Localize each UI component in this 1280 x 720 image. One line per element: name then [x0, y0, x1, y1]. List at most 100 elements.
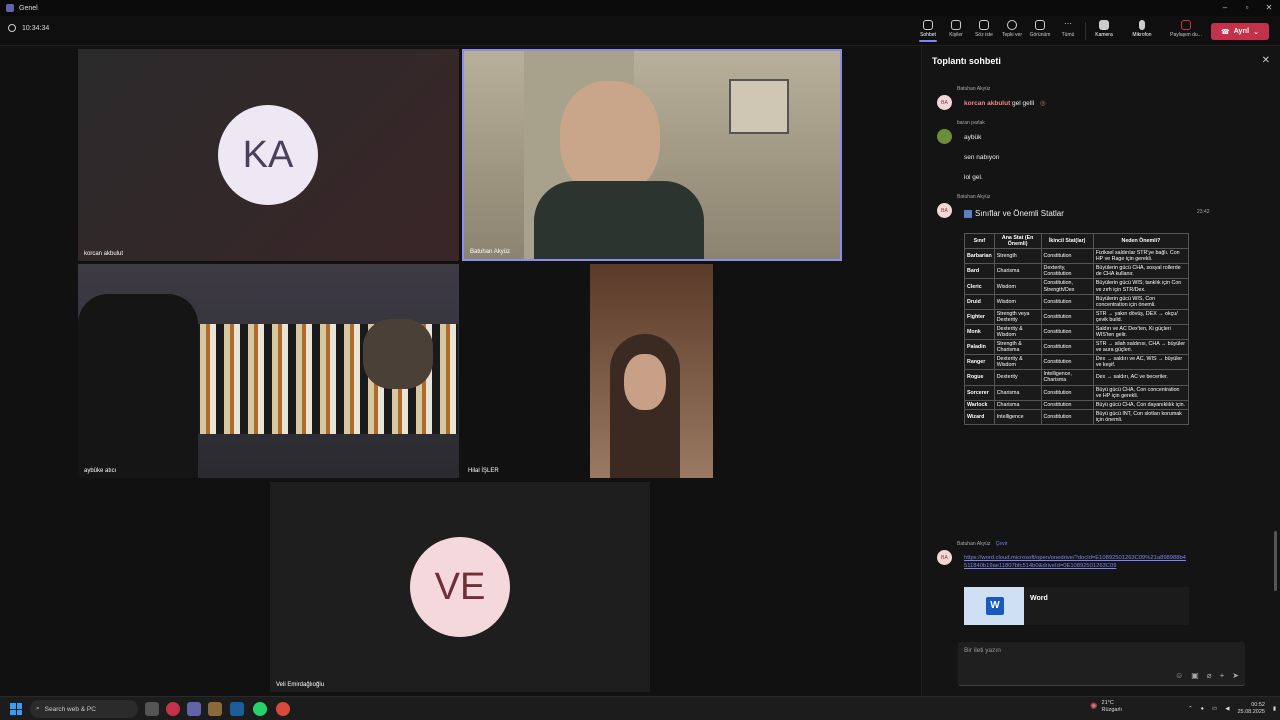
- close-window-icon[interactable]: ✕: [1258, 0, 1280, 16]
- steam-icon[interactable]: [230, 702, 244, 716]
- phone-hangup-icon: ☎: [1221, 28, 1230, 36]
- hand-icon: [979, 20, 989, 30]
- onedrive-link[interactable]: https://word.cloud.microsoft/open/onedri…: [964, 555, 1189, 570]
- video-shelf: [729, 79, 789, 134]
- table-cell: Strength: [993, 248, 1042, 265]
- table-cell: Wisdom: [993, 278, 1042, 295]
- windows-start-icon[interactable]: [10, 703, 22, 715]
- microphone-icon: [1139, 20, 1145, 30]
- minimize-icon[interactable]: –: [1214, 0, 1236, 16]
- table-header: Neden Önemli?: [1092, 232, 1190, 250]
- people-icon: [951, 20, 961, 30]
- table-cell: Constitution: [1040, 354, 1094, 371]
- table-cell: Constitution, Strength/Dex: [1040, 278, 1094, 295]
- react-button[interactable]: Tepki ver: [999, 19, 1025, 38]
- people-button[interactable]: Kişiler: [943, 19, 969, 38]
- table-cell: Büyü gücü INT, Con slotları korumak için…: [1092, 408, 1190, 425]
- notification-icon[interactable]: ▮: [1273, 706, 1276, 712]
- table-cell: Intelligence, Charisma: [1040, 369, 1094, 386]
- attach-icon[interactable]: ⌀: [1207, 671, 1212, 680]
- whatsapp-icon[interactable]: [253, 702, 267, 716]
- table-cell: Saldırı ve AC Dex'ten, Ki güçleri WIS'te…: [1092, 323, 1190, 341]
- network-icon[interactable]: ▭: [1212, 706, 1217, 712]
- chrome-icon[interactable]: [276, 702, 290, 716]
- table-cell: Ranger: [964, 354, 995, 371]
- mic-button[interactable]: Mikrofon: [1129, 19, 1155, 38]
- emoji-icon[interactable]: ☺: [1175, 671, 1183, 680]
- message-input[interactable]: [964, 647, 1164, 654]
- translate-link[interactable]: Çevir: [996, 541, 1008, 547]
- more-button[interactable]: ⋯ Tümü: [1055, 19, 1081, 39]
- task-view-icon[interactable]: [145, 702, 159, 716]
- word-preview-card[interactable]: W Word: [964, 587, 1189, 625]
- camera-button[interactable]: Kamera: [1091, 19, 1117, 38]
- chevron-down-icon[interactable]: ⌄: [1253, 28, 1259, 36]
- table-row: Wizard Intelligence Constitution Büyü gücü …: [964, 408, 1190, 425]
- close-icon[interactable]: ✕: [1262, 55, 1270, 66]
- send-icon[interactable]: ➤: [1232, 671, 1239, 680]
- share-button[interactable]: Paylaşım du...: [1170, 19, 1202, 38]
- chevron-up-icon[interactable]: ⌃: [1188, 706, 1193, 712]
- avatar: VE: [410, 537, 510, 637]
- leave-button[interactable]: ☎ Ayrıl ⌄: [1211, 23, 1269, 40]
- view-button[interactable]: Görünüm: [1027, 19, 1053, 38]
- word-icon: W: [986, 597, 1004, 615]
- gif-icon[interactable]: ▣: [1191, 671, 1199, 680]
- raise-hand-button[interactable]: Söz iste: [971, 19, 997, 38]
- compose-tools: ☺ ▣ ⌀ + ➤: [1175, 671, 1239, 680]
- table-cell: Charisma: [993, 263, 1042, 280]
- stats-table: Sınıf Ana Stat (En Önemli) İkincil Stat(…: [964, 232, 1190, 425]
- message-sender: baran parlak: [957, 120, 985, 126]
- avatar: BA: [937, 95, 952, 110]
- table-cell: Constitution: [1040, 384, 1094, 401]
- maximize-icon[interactable]: ▫: [1236, 0, 1258, 16]
- search-icon: ⌕: [36, 705, 40, 712]
- table-cell: Constitution: [1040, 339, 1094, 356]
- participant-tile[interactable]: aybüke atıcı: [78, 264, 459, 478]
- participant-name: aybüke atıcı: [84, 468, 117, 474]
- plus-icon[interactable]: +: [1220, 671, 1225, 680]
- microphone-icon[interactable]: ●: [1201, 706, 1204, 712]
- title-bar: Genel – ▫ ✕: [0, 0, 1280, 16]
- table-row: Paladin Strength & Charisma Constitution ST…: [964, 339, 1190, 356]
- table-cell: Constitution: [1040, 399, 1094, 410]
- participant-tile-active-speaker[interactable]: Batuhan Akyüz: [462, 49, 842, 261]
- compose-box[interactable]: ☺ ▣ ⌀ + ➤: [958, 642, 1245, 686]
- table-cell: Fiziksel saldırılar STR'ye bağlı. Con HP…: [1092, 248, 1190, 265]
- table-body: Barbarian Strength Constitution Fiziksel sa…: [964, 248, 1190, 425]
- clock[interactable]: 00:52 25.08.2025: [1237, 702, 1265, 716]
- table-cell: Intelligence: [993, 408, 1042, 425]
- weather-widget[interactable]: ✺ 21°C Rüzgarlı: [1090, 700, 1122, 714]
- participant-tile[interactable]: Hilal İŞLER: [462, 264, 713, 478]
- table-cell: Barbarian: [964, 248, 995, 265]
- table-cell: Wisdom: [993, 293, 1042, 310]
- table-cell: Charisma: [993, 399, 1042, 410]
- volume-icon[interactable]: ◀: [1225, 706, 1229, 712]
- chat-button[interactable]: Sohbet: [915, 19, 941, 42]
- table-row: Rogue Dexterity Intelligence, Charisma Dex …: [964, 369, 1190, 386]
- video-person: [560, 81, 660, 196]
- taskbar-search[interactable]: ⌕ Search web & PC: [30, 700, 138, 718]
- reaction-icon[interactable]: ◎: [1040, 100, 1046, 107]
- video-cat: [363, 319, 433, 389]
- table-cell: Bard: [964, 263, 995, 280]
- opera-icon[interactable]: [166, 702, 180, 716]
- scrollbar[interactable]: [1274, 531, 1277, 591]
- window-title: Genel: [19, 4, 38, 12]
- system-tray: ⌃ ● ▭ ◀ 00:52 25.08.2025 ▮: [1188, 700, 1276, 718]
- table-cell: Druid: [964, 293, 995, 310]
- camera-icon: [1099, 20, 1109, 30]
- table-cell: Constitution: [1040, 293, 1094, 310]
- mention[interactable]: korcan akbulut: [964, 100, 1010, 107]
- teams-icon[interactable]: [187, 702, 201, 716]
- table-cell: Charisma: [993, 384, 1042, 401]
- table-header: İkincil Stat(lar): [1040, 232, 1094, 250]
- participant-tile[interactable]: VE Veli Emirdağlıoğlu: [270, 482, 650, 692]
- smiley-icon: [1007, 20, 1017, 30]
- participant-tile[interactable]: KA korcan akbulut: [78, 49, 459, 261]
- participant-name: korcan akbulut: [84, 251, 124, 257]
- table-cell: Monk: [964, 323, 995, 341]
- app-icon[interactable]: [208, 702, 222, 716]
- table-cell: Büyü gücü CHA, Con concentration ve HP i…: [1092, 384, 1190, 401]
- chart-icon: [964, 209, 972, 218]
